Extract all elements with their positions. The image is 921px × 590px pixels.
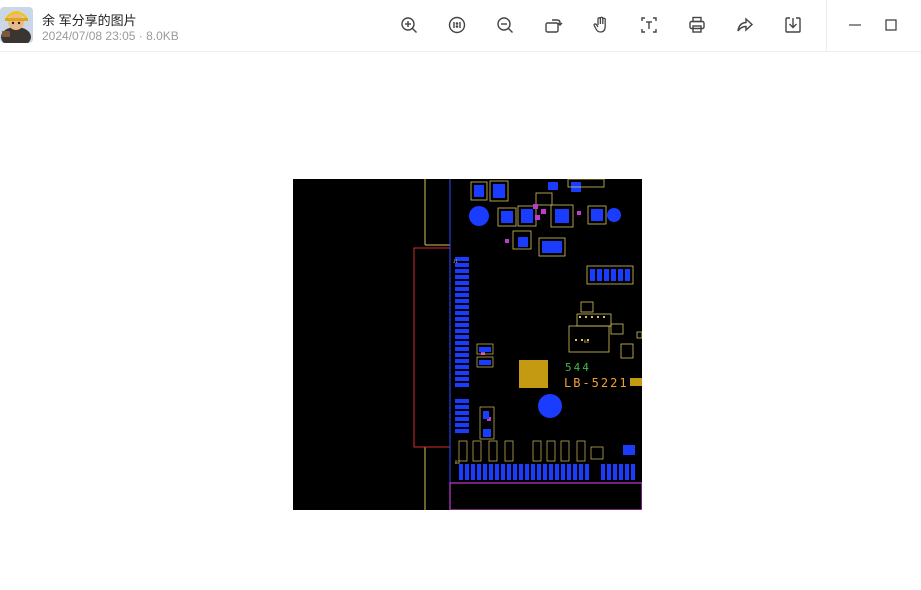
title-bar: 余 军分享的图片 2024/07/08 23:05 · 8.0KB [0, 0, 921, 52]
toolbar-separator [826, 0, 827, 52]
zoom-in-button[interactable] [396, 12, 422, 38]
minimize-icon [849, 24, 861, 26]
download-icon [785, 17, 801, 33]
original-size-button[interactable] [444, 12, 470, 38]
sender-title: 余 军分享的图片 [42, 13, 137, 28]
file-size: 8.0KB [146, 29, 179, 43]
print-icon [689, 16, 705, 33]
ref-b8-label: B8 [455, 460, 460, 465]
zoom-in-icon [401, 17, 417, 33]
date-time: 2024/07/08 23:05 [42, 29, 136, 43]
maximize-icon [885, 19, 897, 31]
pcb-layout-image: J1 U4 B8 544 LB-5221 [293, 179, 642, 510]
rotate-button[interactable] [540, 12, 566, 38]
board-number-label: 544 [565, 361, 591, 374]
board-name-label: LB-5221 [564, 376, 629, 390]
download-button[interactable] [780, 12, 806, 38]
meta-separator: · [138, 29, 143, 43]
one-to-one-icon [448, 16, 466, 34]
image-meta: 2024/07/08 23:05 · 8.0KB [42, 29, 179, 43]
maximize-button[interactable] [878, 12, 904, 38]
zoom-out-icon [497, 17, 513, 33]
share-button[interactable] [732, 12, 758, 38]
rotate-icon [545, 19, 563, 33]
extract-text-button[interactable] [636, 12, 662, 38]
share-icon [737, 17, 754, 32]
shared-image[interactable]: J1 U4 B8 544 LB-5221 [293, 179, 642, 510]
print-button[interactable] [684, 12, 710, 38]
hand-icon [593, 16, 606, 33]
ref-j1-label: J1 [453, 259, 458, 264]
grab-button[interactable] [588, 12, 614, 38]
zoom-out-button[interactable] [492, 12, 518, 38]
ref-u4-label: U4 [584, 339, 589, 344]
avatar[interactable] [0, 7, 33, 43]
text-extract-icon [641, 17, 657, 33]
minimize-button[interactable] [842, 12, 868, 38]
